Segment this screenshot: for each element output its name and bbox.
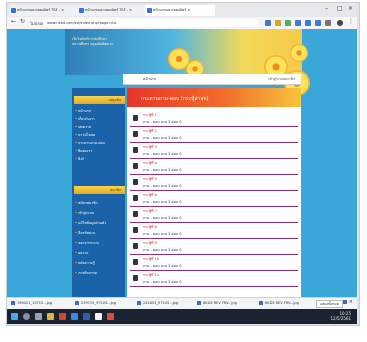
- sidebar-item[interactable]: ผลงาน: [75, 250, 88, 256]
- extension-icon[interactable]: [285, 20, 291, 26]
- address-bar[interactable]: www.nkbd.com/tsf/index.php?page=list: [43, 19, 257, 27]
- user-icon: [133, 195, 138, 201]
- sidebar-item[interactable]: สมัครสมาชิก: [75, 200, 98, 206]
- list-item[interactable]: กระทู้ที่ 1 ถาม - ตอบ อ่าน 3 ตอบ 0: [130, 112, 298, 127]
- maximize-icon[interactable]: □: [337, 5, 343, 12]
- site-menu-strip: หน้าแรก เข้าสู่ระบบสมาชิก: [123, 74, 301, 85]
- search-icon[interactable]: [23, 313, 30, 320]
- word-icon[interactable]: [83, 313, 90, 320]
- minimize-icon[interactable]: –: [325, 5, 328, 12]
- user-icon: [133, 179, 138, 185]
- windows-taskbar: 10:25 12/5/2561: [7, 309, 357, 324]
- member-login-link[interactable]: เข้าสู่ระบบสมาชิก: [268, 76, 295, 82]
- download-item[interactable]: BKD5 REV FRV...jpg: [197, 301, 237, 305]
- browser-menu-icon[interactable]: ⋮: [348, 18, 354, 25]
- browser-icon[interactable]: [71, 313, 78, 320]
- list-item[interactable]: กระทู้ที่ 11 ถาม - ตอบ อ่าน 3 ตอบ 0: [130, 272, 298, 287]
- sidebar-item[interactable]: ลืมรหัสผ่าน: [75, 230, 95, 236]
- sidebar-item[interactable]: กระดานถาม-ตอบ: [75, 140, 105, 146]
- content-banner: กระดานถาม-ตอบ (กระทู้ล่าสุด): [127, 88, 301, 107]
- sidebar-item[interactable]: ลิงก์: [75, 156, 84, 162]
- close-icon[interactable]: ×: [348, 5, 353, 12]
- extension-icon[interactable]: [315, 20, 321, 26]
- app-icon[interactable]: [107, 313, 114, 320]
- extension-icon[interactable]: [305, 20, 311, 26]
- list-item[interactable]: กระทู้ที่ 5 ถาม - ตอบ อ่าน 3 ตอบ 0: [130, 176, 298, 191]
- system-clock[interactable]: 10:25 12/5/2561: [330, 311, 351, 321]
- list-item[interactable]: กระทู้ที่ 3 ถาม - ตอบ อ่าน 3 ตอบ 0: [130, 144, 298, 159]
- sidebar-item[interactable]: เข้าสู่ระบบ: [75, 210, 94, 216]
- sidebar-item[interactable]: แก้ไขข้อมูลส่วนตัว: [75, 220, 106, 226]
- list-item[interactable]: กระทู้ที่ 6 ถาม - ตอบ อ่าน 3 ตอบ 0: [130, 192, 298, 207]
- list-item[interactable]: กระทู้ที่ 4 ถาม - ตอบ อ่าน 3 ตอบ 0: [130, 160, 298, 175]
- extension-icon[interactable]: [325, 20, 331, 26]
- start-icon[interactable]: [11, 313, 18, 320]
- site-favicon-icon: [147, 8, 152, 13]
- list-item[interactable]: กระทู้ที่ 7 ถาม - ตอบ อ่าน 3 ตอบ 0: [130, 208, 298, 223]
- user-icon: [133, 275, 138, 281]
- list-item[interactable]: กระทู้ที่ 9 ถาม - ตอบ อ่าน 3 ตอบ 0: [130, 240, 298, 255]
- list-item[interactable]: กระทู้ที่ 10 ถาม - ตอบ อ่าน 3 ตอบ 0: [130, 256, 298, 271]
- browser-tab-1[interactable]: หน้าแรกและเพลงฉัตร์ TSF - ×: [9, 5, 83, 16]
- sidebar-item[interactable]: หน้าแรก: [75, 108, 91, 114]
- site-header-title: เว็บไซต์บริการนักศึกษา สถานศึกษา ครูคณิต…: [72, 37, 114, 46]
- download-item[interactable]: 769421_19715...jpg: [11, 301, 52, 305]
- user-icon: [133, 147, 138, 153]
- chrome-icon[interactable]: [95, 313, 102, 320]
- user-icon: [133, 131, 138, 137]
- sidebar-item[interactable]: ภาพกิจกรรม: [75, 270, 97, 276]
- download-item[interactable]: 239719_97105...jpg: [75, 301, 116, 305]
- site-favicon-icon: [79, 8, 84, 13]
- browser-tab-2[interactable]: หน้าแรกและเพลงฉัตร์ TSF - ×: [77, 5, 151, 16]
- browser-tab-bar: หน้าแรกและเพลงฉัตร์ TSF - × หน้าแรกและเพ…: [7, 3, 357, 17]
- sidebar-section-main: เมนูหลัก: [74, 96, 125, 104]
- user-icon: [133, 227, 138, 233]
- sidebar-item[interactable]: บทความ: [75, 124, 91, 130]
- site-favicon-icon: [11, 8, 16, 13]
- sidebar-item[interactable]: ดาวน์โหลด: [75, 132, 95, 138]
- sidebar-item[interactable]: คลังความรู้: [75, 260, 95, 266]
- browser-tab-3[interactable]: หน้าแรกและเพลงฉัตร์ ×: [145, 5, 215, 16]
- close-downloads-icon[interactable]: ×: [343, 299, 353, 305]
- profile-avatar[interactable]: [337, 20, 343, 26]
- user-icon: [133, 259, 138, 265]
- download-item[interactable]: BKD5 REV FRV...jpg: [259, 301, 299, 305]
- reload-icon[interactable]: ↻: [20, 18, 25, 25]
- user-icon: [133, 163, 138, 169]
- flower-decoration: [290, 44, 308, 62]
- sidebar-section-member: สมาชิก: [74, 186, 125, 194]
- extension-icon[interactable]: [295, 20, 301, 26]
- download-item[interactable]: 241853_97105...jpg: [137, 301, 178, 305]
- sidebar-item[interactable]: เกี่ยวกับเรา: [75, 116, 95, 122]
- extension-icon[interactable]: [265, 20, 271, 26]
- sidebar-item[interactable]: ออกจากระบบ: [75, 240, 99, 246]
- extension-icon[interactable]: [275, 20, 281, 26]
- list-item[interactable]: กระทู้ที่ 2 ถาม - ตอบ อ่าน 3 ตอบ 0: [130, 128, 298, 143]
- user-icon: [133, 115, 138, 121]
- task-view-icon[interactable]: [35, 313, 42, 320]
- app-icon[interactable]: [59, 313, 66, 320]
- user-icon: [133, 243, 138, 249]
- content-title: กระดานถาม-ตอบ (กระทู้ล่าสุด): [141, 96, 209, 102]
- show-all-downloads-button[interactable]: แสดงทั้งหมด: [315, 300, 343, 308]
- list-item[interactable]: กระทู้ที่ 8 ถาม - ตอบ อ่าน 3 ตอบ 0: [130, 224, 298, 239]
- sidebar-item[interactable]: ติดต่อเรา: [75, 148, 92, 154]
- file-explorer-icon[interactable]: [47, 313, 54, 320]
- user-icon: [133, 211, 138, 217]
- menu-home-link[interactable]: หน้าแรก: [143, 76, 156, 82]
- back-icon[interactable]: ←: [11, 18, 16, 25]
